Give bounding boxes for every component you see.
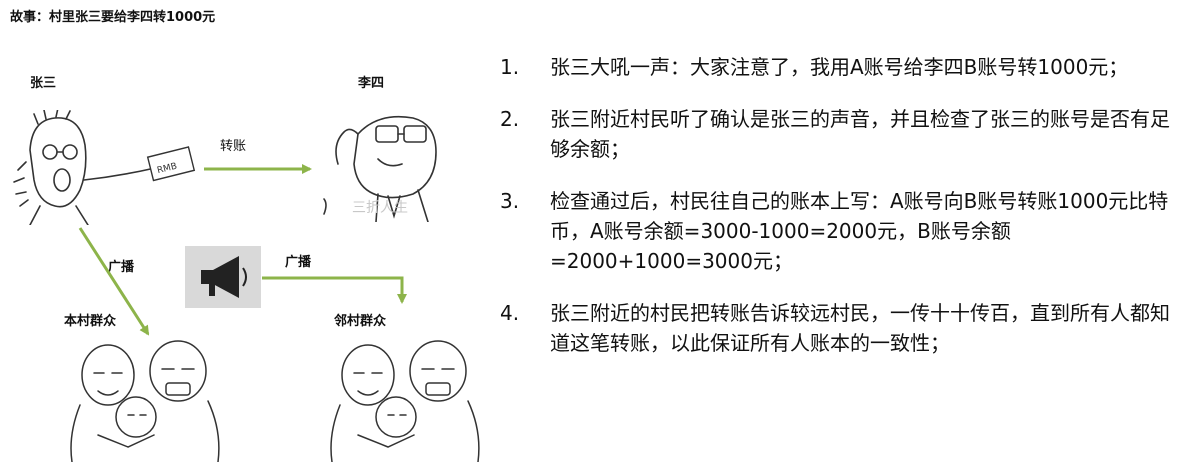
broadcast-right-arrow — [262, 276, 407, 304]
step-text: 张三大吼一声：大家注意了，我用A账号给李四B账号转1000元； — [550, 55, 1129, 79]
steps-list: 1. 张三大吼一声：大家注意了，我用A账号给李四B账号转1000元； 2. 张三… — [500, 52, 1180, 380]
broadcast-left-arrow — [78, 227, 150, 336]
step-item: 2. 张三附近村民听了确认是张三的声音，并且检查了张三的账号是否有足够余额； — [500, 104, 1180, 164]
step-text: 张三附近的村民把转账告诉较远村民，一传十十传百，直到所有人都知道这笔转账，以此保… — [550, 301, 1170, 355]
step-number: 2. — [500, 107, 520, 131]
step-number: 1. — [500, 55, 520, 79]
step-item: 4. 张三附近的村民把转账告诉较远村民，一传十十传百，直到所有人都知道这笔转账，… — [500, 298, 1180, 358]
step-text: 检查通过后，村民往自己的账本上写：A账号向B账号转账1000元比特币，A账号余额… — [550, 189, 1169, 273]
flow-arrows — [78, 164, 407, 336]
step-text: 张三附近村民听了确认是张三的声音，并且检查了张三的账号是否有足够余额； — [550, 107, 1170, 161]
step-number: 4. — [500, 301, 520, 325]
step-item: 3. 检查通过后，村民往自己的账本上写：A账号向B账号转账1000元比特币，A账… — [500, 186, 1180, 276]
step-number: 3. — [500, 189, 520, 213]
step-item: 1. 张三大吼一声：大家注意了，我用A账号给李四B账号转1000元； — [500, 52, 1180, 82]
